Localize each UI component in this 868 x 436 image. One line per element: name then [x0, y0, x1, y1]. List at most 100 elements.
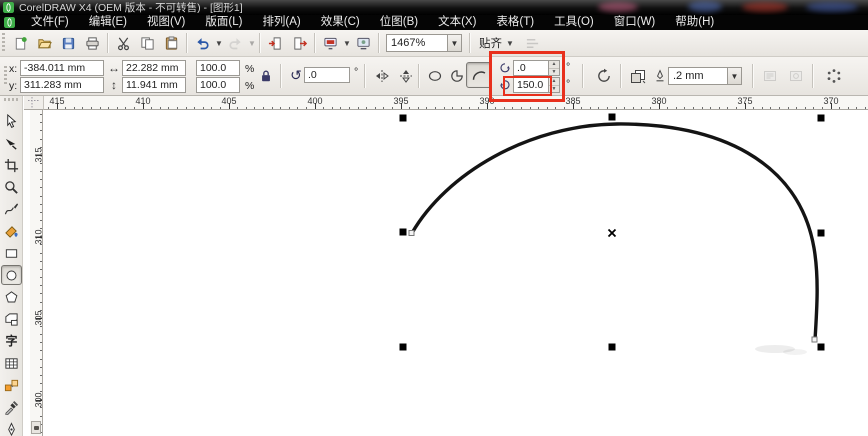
ruler-tick: [39, 277, 42, 278]
ruler-tick: [589, 106, 591, 109]
cut-button[interactable]: [111, 32, 135, 55]
outline-pen-tool[interactable]: [1, 419, 22, 436]
application-launcher-button[interactable]: [318, 32, 342, 55]
lock-ratio-icon[interactable]: [258, 68, 274, 84]
object-height-field[interactable]: 11.941 mm: [122, 77, 186, 93]
ruler-tick: [357, 106, 359, 109]
menu-item-effects[interactable]: 效果(C): [311, 15, 370, 30]
ellipse-tool[interactable]: [1, 265, 22, 285]
menu-item-tools[interactable]: 工具(O): [544, 15, 604, 30]
scale-vertical-field[interactable]: 100.0: [196, 77, 240, 93]
object-properties-button[interactable]: [822, 64, 846, 88]
outline-width-combo[interactable]: .2 mm ▼: [668, 67, 742, 85]
rotation-angle-field[interactable]: .0: [304, 67, 350, 83]
menu-item-help[interactable]: 帮助(H): [665, 15, 724, 30]
ruler-tick: [426, 106, 428, 109]
snap-to-button[interactable]: 贴齐 ▼: [473, 33, 520, 53]
eyedropper-tool[interactable]: [1, 397, 22, 417]
ruler-tick: [73, 106, 75, 109]
freehand-tool[interactable]: [1, 199, 22, 219]
pick-tool[interactable]: [1, 111, 22, 131]
open-button[interactable]: [32, 32, 56, 55]
ruler-tick: [555, 106, 557, 109]
ruler-tick: [108, 106, 110, 109]
import-button[interactable]: [263, 32, 287, 55]
wrap-paragraph-text-button[interactable]: [758, 64, 782, 88]
redo-button[interactable]: [223, 32, 247, 55]
ruler-tick: [366, 106, 368, 109]
scale-horizontal-field[interactable]: 100.0: [196, 60, 240, 76]
chevron-down-icon[interactable]: ▼: [343, 39, 351, 48]
menu-item-text[interactable]: 文本(X): [428, 15, 486, 30]
menu-item-window[interactable]: 窗口(W): [604, 15, 666, 30]
ruler-tick: [39, 187, 42, 189]
standard-toolbar: ▼ ▼ ▼ 1467% ▼ 贴齐 ▼: [0, 30, 868, 57]
table-tool[interactable]: [1, 353, 22, 373]
x-position-field[interactable]: -384.011 mm: [20, 60, 104, 76]
ruler-major-tick: [401, 103, 402, 109]
text-tool[interactable]: 字: [1, 331, 22, 351]
ruler-tick: [39, 285, 42, 287]
drawing-canvas[interactable]: [43, 110, 868, 436]
y-position-field[interactable]: 311.283 mm: [20, 77, 104, 93]
zoom-dropdown-button[interactable]: ▼: [447, 35, 461, 51]
mirror-horizontal-button[interactable]: [370, 64, 394, 88]
export-button[interactable]: [287, 32, 311, 55]
change-direction-button[interactable]: [592, 64, 616, 88]
basic-shapes-tool[interactable]: [1, 309, 22, 329]
menu-item-arrange[interactable]: 排列(A): [252, 15, 310, 30]
object-width-icon: ↔: [108, 61, 120, 75]
zoom-tool-icon: [5, 180, 18, 194]
new-document-button[interactable]: [8, 32, 32, 55]
undo-button[interactable]: [190, 32, 214, 55]
mirror-vertical-button[interactable]: [394, 64, 418, 88]
outline-width-dropdown[interactable]: ▼: [727, 68, 741, 84]
menu-item-file[interactable]: 文件(F): [21, 15, 79, 30]
chevron-down-icon[interactable]: ▼: [215, 39, 223, 48]
new-document-icon: [13, 36, 28, 51]
wrap-text-options-button[interactable]: [784, 64, 808, 88]
copy-button[interactable]: [135, 32, 159, 55]
menu-item-edit[interactable]: 编辑(E): [79, 15, 137, 30]
welcome-screen-button[interactable]: [351, 32, 375, 55]
annotation-highlight-inner: [503, 76, 552, 96]
ruler-origin-button[interactable]: [24, 96, 44, 110]
vertical-ruler[interactable]: 315 310 305 300: [30, 110, 44, 436]
menu-item-bitmaps[interactable]: 位图(B): [370, 15, 428, 30]
scrollbar-fragment[interactable]: [31, 421, 41, 434]
menu-item-table[interactable]: 表格(T): [486, 15, 544, 30]
rectangle-tool[interactable]: [1, 243, 22, 263]
smart-fill-tool[interactable]: [1, 221, 22, 241]
menu-item-layout[interactable]: 版面(L): [195, 15, 252, 30]
titlebar-artifact: [806, 2, 858, 12]
ruler-tick: [39, 122, 42, 124]
coreldraw-logo-icon: [3, 2, 14, 13]
smart-fill-tool-icon: [5, 225, 18, 238]
text-tool-icon: 字: [5, 334, 18, 348]
crop-tool[interactable]: [1, 155, 22, 175]
ruler-tick: [202, 106, 204, 109]
zoom-level-combo[interactable]: 1467% ▼: [386, 34, 462, 52]
ruler-tick: [718, 106, 720, 109]
paste-button[interactable]: [159, 32, 183, 55]
horizontal-ruler[interactable]: 415 410 405 400 395 390 385 380 375 370: [44, 96, 868, 110]
chevron-down-icon[interactable]: ▼: [248, 39, 256, 48]
print-button[interactable]: [80, 32, 104, 55]
ruler-tick: [271, 106, 273, 109]
shape-tool[interactable]: [1, 133, 22, 153]
menu-item-view[interactable]: 视图(V): [137, 15, 195, 30]
export-icon: [292, 36, 307, 51]
polygon-tool[interactable]: [1, 287, 22, 307]
ruler-tick: [125, 106, 127, 109]
blend-tool-icon: [4, 379, 19, 391]
snap-to-label: 贴齐: [479, 38, 502, 50]
ellipse-mode-button[interactable]: [423, 64, 447, 88]
ruler-tick: [39, 162, 42, 164]
to-front-of-layer-button[interactable]: [626, 64, 650, 88]
zoom-tool[interactable]: [1, 177, 22, 197]
object-width-field[interactable]: 22.282 mm: [122, 60, 186, 76]
ruler-tick: [91, 106, 92, 109]
blend-tool[interactable]: [1, 375, 22, 395]
save-button[interactable]: [56, 32, 80, 55]
ruler-tick: [615, 106, 617, 109]
